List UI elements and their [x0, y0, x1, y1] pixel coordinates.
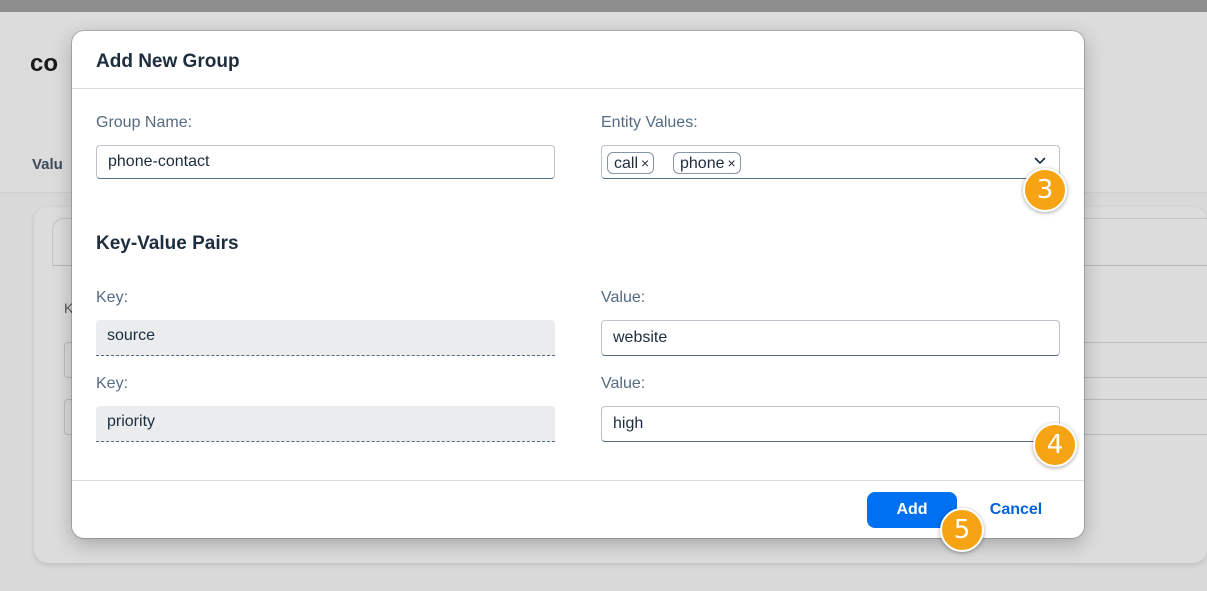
- entity-values-label: Entity Values:: [601, 114, 698, 131]
- value-input-priority[interactable]: high: [601, 406, 1060, 442]
- value-label: Value:: [601, 289, 646, 306]
- key-field-priority: priority: [96, 406, 555, 442]
- entity-values-multicombobox[interactable]: call × phone ×: [601, 145, 1060, 179]
- remove-token-icon[interactable]: ×: [641, 155, 649, 171]
- key-label: Key:: [96, 375, 129, 392]
- cancel-button[interactable]: Cancel: [976, 492, 1056, 528]
- key-label: Key:: [96, 289, 129, 306]
- dialog-title: Add New Group: [96, 51, 240, 72]
- token-text: phone: [680, 155, 725, 172]
- group-name-input[interactable]: phone-contact: [96, 145, 555, 179]
- step-badge-3: 3: [1023, 168, 1067, 212]
- value-label: Value:: [601, 375, 646, 392]
- value-input-source[interactable]: website: [601, 320, 1060, 356]
- token-text: call: [614, 155, 639, 172]
- entity-token-phone[interactable]: phone ×: [673, 152, 741, 174]
- background-tab: Valu: [32, 156, 63, 173]
- background-page-title: co: [30, 50, 59, 77]
- step-badge-5: 5: [940, 508, 984, 552]
- key-value-section-title: Key-Value Pairs: [96, 233, 239, 254]
- add-group-dialog: Add New Group Group Name: phone-contact …: [72, 31, 1084, 538]
- dialog-header: Add New Group: [72, 31, 1084, 89]
- background-topbar: [0, 0, 1207, 12]
- step-badge-4: 4: [1033, 423, 1077, 467]
- chevron-down-icon[interactable]: [1033, 152, 1047, 168]
- remove-token-icon[interactable]: ×: [728, 155, 736, 171]
- group-name-label: Group Name:: [96, 114, 193, 131]
- key-field-source: source: [96, 320, 555, 356]
- entity-token-call[interactable]: call ×: [607, 152, 655, 174]
